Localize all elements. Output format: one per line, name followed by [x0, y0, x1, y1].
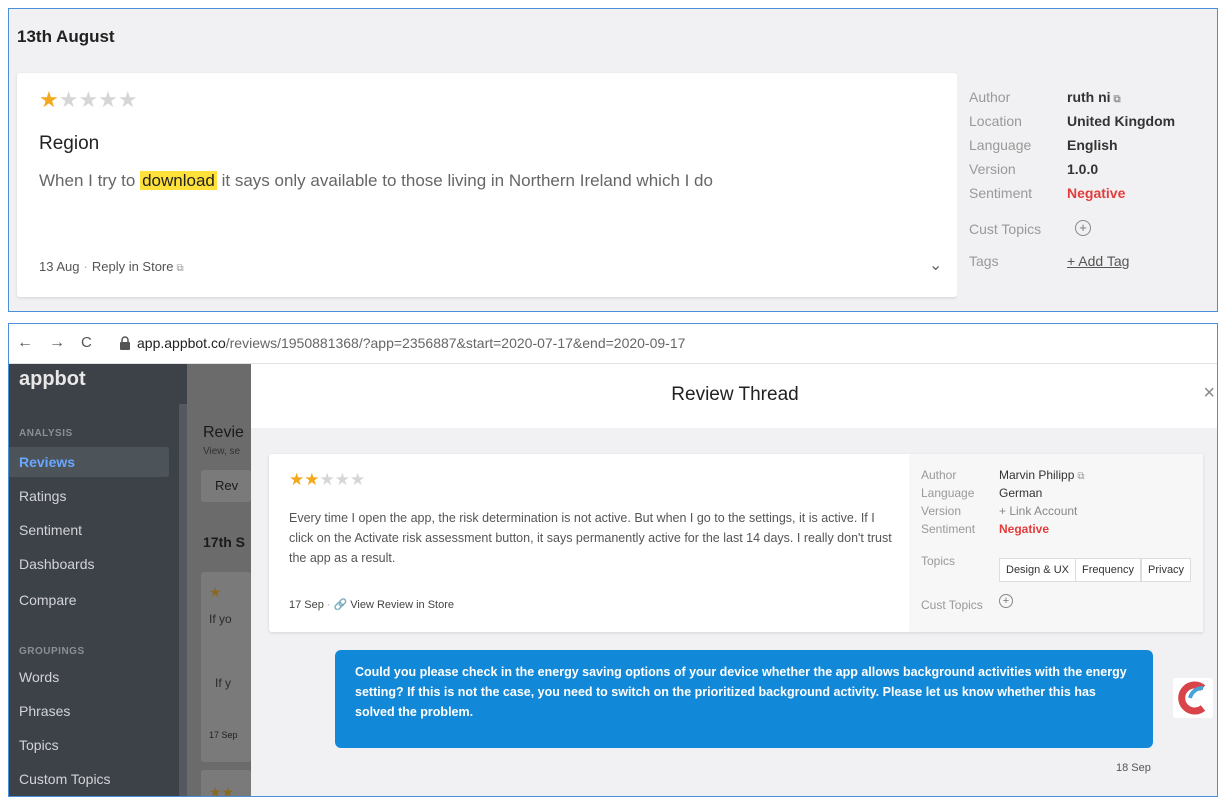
date-header: 17th S [203, 534, 246, 550]
section-label-analysis: ANALYSIS [19, 428, 73, 439]
star-rating: ★★★★★ [289, 470, 365, 490]
review-thread-modal: Review Thread × ★★★★★ Every time I open … [251, 364, 1217, 796]
add-custom-topic-icon[interactable]: + [1075, 220, 1091, 236]
reply-date: 18 Sep [1116, 762, 1151, 774]
sentiment-badge: Negative [1067, 185, 1126, 201]
sidebar-scrollbar[interactable] [179, 404, 187, 796]
review-text: Every time I open the app, the risk dete… [289, 511, 892, 565]
star-filled-icon: ★★ [209, 784, 235, 797]
background-review-card: ★ If yo If y 17 Sep [201, 572, 251, 762]
page-behind-modal: Revie View, se Rev 17th S ★ If yo If y 1… [187, 364, 251, 797]
background-review-card: ★★ [201, 770, 251, 797]
review-footer: 13 Aug · Reply in Store ⧉ [39, 259, 184, 274]
review-card: ★★★★★ Every time I open the app, the ris… [269, 454, 911, 632]
review-text: When I try to download it says only avai… [39, 171, 713, 190]
sentiment-badge: Negative [999, 522, 1050, 536]
sidebar-item-custom-topics[interactable]: Custom Topics [9, 764, 169, 794]
sidebar-item-dashboards[interactable]: Dashboards [9, 549, 169, 579]
star-empty-icon: ★★★★ [58, 87, 138, 112]
review-date: 17 Sep [289, 599, 324, 611]
star-rating: ★★★★★ [39, 87, 138, 113]
author-link[interactable]: Marvin Philipp [999, 468, 1074, 482]
app-area: appbot ANALYSIS Reviews Ratings Sentimen… [9, 364, 1217, 797]
review-title: Region [39, 133, 100, 154]
external-link-icon[interactable]: ⧉ [177, 263, 184, 274]
external-link-icon[interactable]: ⧉ [1114, 94, 1121, 105]
back-icon[interactable]: ← [17, 334, 33, 352]
topic-tag[interactable]: Frequency [1075, 558, 1141, 582]
review-meta: Author ruth ni ⧉ Location United Kingdom … [957, 73, 1217, 311]
sidebar: appbot ANALYSIS Reviews Ratings Sentimen… [9, 364, 187, 796]
star-filled-icon: ★ [209, 584, 222, 600]
reply-in-store-link[interactable]: Reply in Store [92, 259, 174, 274]
star-filled-icon: ★★ [289, 470, 320, 489]
developer-avatar [1173, 678, 1213, 718]
add-custom-topic-icon[interactable]: + [999, 594, 1013, 608]
star-filled-icon: ★ [39, 87, 59, 112]
modal-title: Review Thread [671, 384, 799, 405]
browser-window: ← → C app.appbot.co/reviews/1950881368/?… [8, 323, 1218, 797]
review-date: 13 Aug [39, 259, 80, 274]
author-link[interactable]: ruth ni [1067, 89, 1111, 105]
modal-header: Review Thread × [251, 364, 1217, 428]
tab-button: Rev [201, 470, 251, 502]
sidebar-item-phrases[interactable]: Phrases [9, 696, 169, 726]
sidebar-item-compare[interactable]: Compare [9, 585, 169, 615]
page-title: Revie [203, 424, 244, 441]
chevron-down-icon[interactable]: ⌄ [929, 255, 942, 275]
external-link-icon[interactable]: ⧉ [1077, 471, 1084, 482]
topic-tag[interactable]: Privacy [1141, 558, 1192, 582]
sidebar-item-reviews[interactable]: Reviews [9, 447, 169, 477]
review-footer: 17 Sep · 🔗 View Review in Store [289, 599, 454, 611]
link-icon[interactable]: 🔗 [334, 599, 348, 611]
appbot-logo[interactable]: appbot [19, 368, 86, 391]
star-empty-icon: ★★★ [319, 470, 366, 489]
view-review-in-store-link[interactable]: View Review in Store [350, 599, 454, 611]
page-subtitle: View, se [203, 446, 241, 457]
url-field[interactable]: app.appbot.co/reviews/1950881368/?app=23… [137, 335, 685, 351]
forward-icon[interactable]: → [49, 334, 65, 352]
reload-icon[interactable]: C [81, 334, 92, 351]
topic-tag[interactable]: Design & UX [999, 558, 1076, 582]
reply-message: Could you please check in the energy sav… [335, 650, 1153, 748]
address-bar: ← → C app.appbot.co/reviews/1950881368/?… [9, 324, 1217, 364]
sidebar-item-words[interactable]: Words [9, 662, 169, 692]
sidebar-item-sentiment[interactable]: Sentiment [9, 515, 169, 545]
close-icon[interactable]: × [1203, 382, 1215, 405]
link-account-link[interactable]: + Link Account [999, 504, 1077, 518]
sidebar-item-topics[interactable]: Topics [9, 730, 169, 760]
add-tag-link[interactable]: + Add Tag [1067, 253, 1129, 269]
review-summary-panel: 13th August ★★★★★ Region When I try to d… [8, 8, 1218, 312]
section-label-groupings: GROUPINGS [19, 646, 85, 657]
highlighted-keyword: download [140, 171, 217, 190]
sidebar-item-ratings[interactable]: Ratings [9, 481, 169, 511]
review-card: ★★★★★ Region When I try to download it s… [17, 73, 957, 297]
lock-icon [120, 336, 130, 350]
review-meta: Author Marvin Philipp ⧉ Language German V… [911, 454, 1203, 632]
date-header: 13th August [17, 27, 115, 46]
